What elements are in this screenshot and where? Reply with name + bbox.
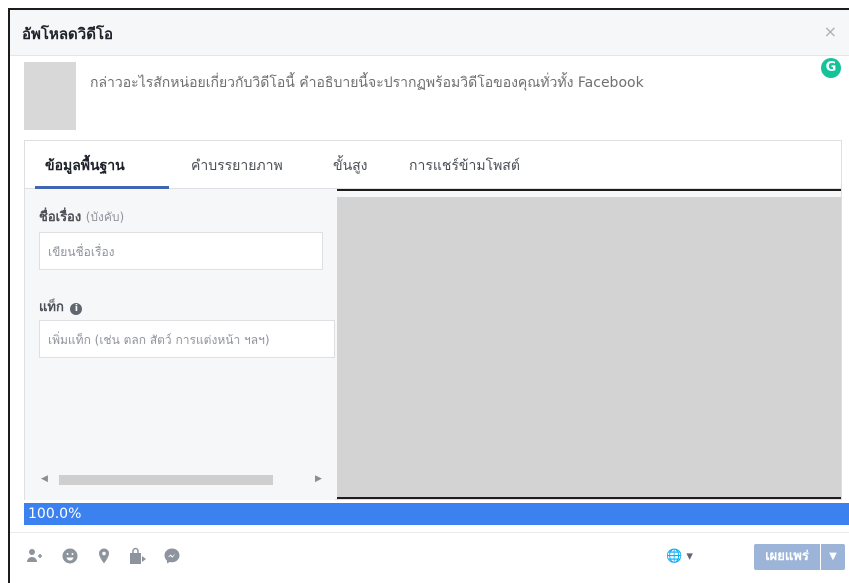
dialog-footer: 🌐 ▾ เผยแพร่ ▼ [10,532,849,583]
publish-button[interactable]: เผยแพร่ [754,544,820,570]
tag-label-text: แท็ก [39,300,64,315]
shopping-bag-icon[interactable] [128,547,148,567]
composer: กล่าวอะไรสักหน่อยเกี่ยวกับวิดีโอนี้ คำอธ… [10,56,849,138]
audience-selector[interactable]: 🌐 ▾ [666,549,693,564]
globe-icon: 🌐 [666,549,683,564]
tag-people-icon[interactable] [24,547,44,567]
horizontal-scrollbar[interactable]: ◀ ▶ [39,473,327,487]
tag-input[interactable]: เพิ่มแท็ก (เช่น ตลก สัตว์ การแต่งหน้า ฯล… [39,320,335,358]
upload-video-dialog: อัพโหลดวิดีโอ × กล่าวอะไรสักหน่อยเกี่ยวก… [8,8,849,583]
video-details-panel: ข้อมูลพื้นฐาน คำบรรยายภาพ ขั้นสูง การแชร… [24,140,842,500]
preview-border-bottom [337,497,841,499]
location-icon[interactable] [94,547,114,567]
feeling-icon[interactable] [60,547,80,567]
tab-advanced[interactable]: ขั้นสูง [333,155,368,177]
tab-captions[interactable]: คำบรรยายภาพ [191,155,283,177]
tab-crossposting[interactable]: การแชร์ข้ามโพสต์ [409,155,520,177]
upload-progress-bar: 100.0% [24,503,849,525]
basic-info-form: ชื่อเรื่อง (บังคับ) เขียนชื่อเรื่อง แท็ก… [25,190,335,500]
required-note: (บังคับ) [85,210,125,224]
dialog-header: อัพโหลดวิดีโอ × [10,10,849,56]
video-preview [337,197,841,497]
scrollbar-thumb[interactable] [59,475,273,485]
scroll-left-icon[interactable]: ◀ [41,474,48,484]
title-label: ชื่อเรื่อง (บังคับ) [39,206,124,227]
scroll-right-icon[interactable]: ▶ [315,474,322,484]
active-tab-indicator [35,186,169,189]
description-input[interactable]: กล่าวอะไรสักหน่อยเกี่ยวกับวิดีโอนี้ คำอธ… [90,72,644,94]
tag-label: แท็ก i [39,296,83,317]
dialog-title: อัพโหลดวิดีโอ [22,25,114,43]
tab-basic-info[interactable]: ข้อมูลพื้นฐาน [45,155,125,177]
publish-options-button[interactable]: ▼ [821,544,845,570]
messenger-icon[interactable] [162,547,182,567]
grammarly-icon[interactable]: G [821,58,841,78]
video-thumbnail [24,62,76,130]
upload-progress-text: 100.0% [28,506,82,522]
preview-border-top [337,189,841,191]
chevron-down-icon: ▾ [686,549,693,564]
close-icon[interactable]: × [824,22,837,41]
title-label-text: ชื่อเรื่อง [39,210,82,225]
tab-bar: ข้อมูลพื้นฐาน คำบรรยายภาพ ขั้นสูง การแชร… [25,141,841,189]
title-input[interactable]: เขียนชื่อเรื่อง [39,232,323,270]
info-icon[interactable]: i [70,303,83,315]
